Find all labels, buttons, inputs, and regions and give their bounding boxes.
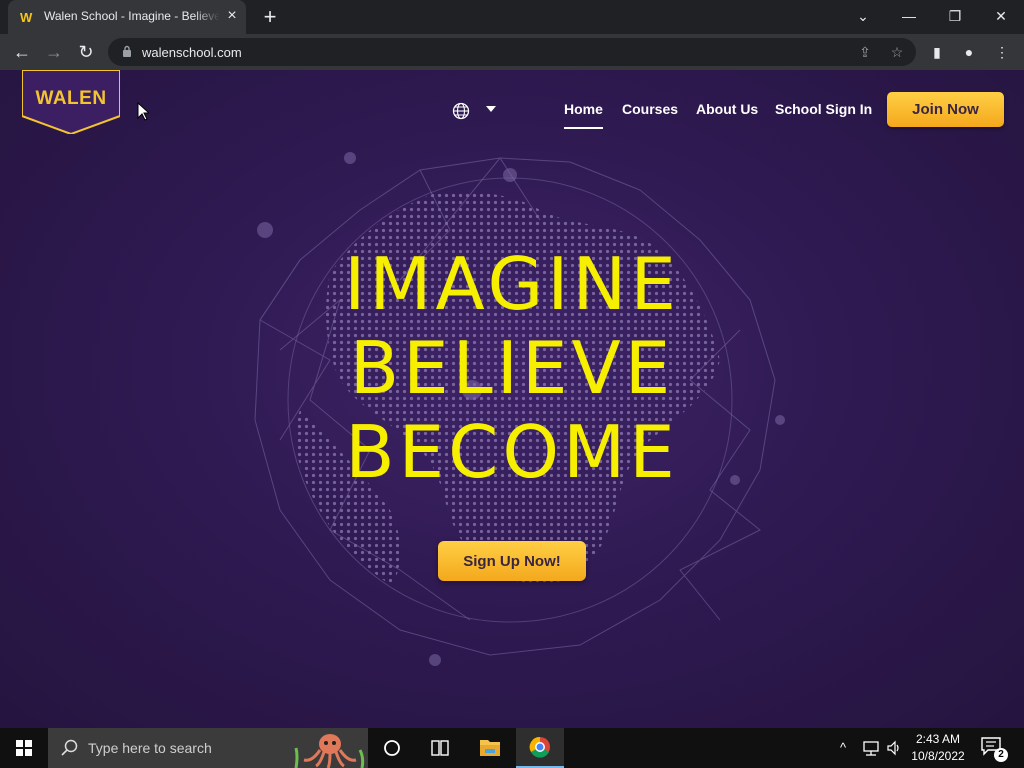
- chrome-icon: [529, 736, 550, 758]
- volume-icon[interactable]: [886, 740, 902, 756]
- clock-time[interactable]: 2:43 AM: [908, 732, 968, 746]
- hero-line-become: BECOME: [345, 410, 679, 494]
- windows-logo-icon: [16, 740, 32, 756]
- site-favicon-icon: W: [20, 10, 33, 25]
- network-icon[interactable]: [862, 740, 880, 756]
- new-tab-button[interactable]: +: [258, 6, 282, 28]
- logo-text: WALEN: [35, 88, 107, 109]
- share-icon[interactable]: ⇪: [856, 43, 874, 61]
- forward-button[interactable]: →: [42, 40, 66, 64]
- chrome-taskbar-button[interactable]: [516, 728, 564, 768]
- folder-icon: [480, 740, 500, 756]
- globe-icon: [452, 102, 470, 120]
- hero-line-believe: BELIEVE: [349, 326, 675, 410]
- search-placeholder: Type here to search: [88, 740, 212, 756]
- language-selector[interactable]: [452, 100, 502, 122]
- url-text: walenschool.com: [142, 45, 242, 60]
- task-view-button[interactable]: [416, 728, 464, 768]
- file-explorer-button[interactable]: [466, 728, 514, 768]
- tab-close-icon[interactable]: ×: [224, 8, 240, 24]
- web-page: WALEN Home Courses About Us School Sign …: [0, 70, 1024, 728]
- lock-icon[interactable]: [122, 45, 132, 57]
- taskbar-search-box[interactable]: Type here to search: [48, 728, 368, 768]
- reload-button[interactable]: ↻: [74, 40, 98, 64]
- tab-strip: W Walen School - Imagine - Believe - Bec…: [0, 0, 1024, 34]
- cortana-circle-icon: [384, 740, 400, 756]
- browser-tab[interactable]: W Walen School - Imagine - Believe - Bec…: [8, 0, 246, 34]
- chevron-down-icon: [486, 106, 496, 112]
- browser-menu-icon[interactable]: ⋮: [992, 42, 1012, 62]
- restore-button[interactable]: ❐: [932, 0, 978, 32]
- tray-chevron-icon[interactable]: ^: [840, 740, 846, 756]
- mouse-cursor-icon: [137, 102, 149, 121]
- nav-courses[interactable]: Courses: [622, 101, 678, 117]
- hero-line-imagine: IMAGINE: [344, 242, 680, 326]
- windows-taskbar: Type here to search ^ 2:43 AM 10/8/2022 …: [0, 728, 1024, 768]
- side-panel-icon[interactable]: ▮: [927, 42, 947, 62]
- browser-toolbar: ← → ↻ walenschool.com ⇪ ☆ ▮ ● ⋮: [0, 34, 1024, 70]
- walen-logo[interactable]: WALEN: [21, 70, 121, 136]
- nav-about-us[interactable]: About Us: [696, 101, 758, 117]
- tab-search-icon[interactable]: ⌄: [840, 0, 886, 32]
- bookmark-star-icon[interactable]: ☆: [888, 43, 906, 61]
- tab-title: Walen School - Imagine - Believe - Becom…: [44, 9, 220, 23]
- profile-icon[interactable]: ●: [959, 42, 979, 62]
- minimize-button[interactable]: —: [886, 0, 932, 32]
- clock-date[interactable]: 10/8/2022: [908, 749, 968, 763]
- nav-school-sign-in[interactable]: School Sign In: [775, 101, 872, 117]
- action-center-button[interactable]: 2: [980, 736, 1008, 762]
- octopus-search-highlight-icon: [294, 734, 365, 768]
- search-icon: [61, 739, 78, 756]
- cortana-button[interactable]: [368, 728, 416, 768]
- address-bar[interactable]: walenschool.com ⇪ ☆: [108, 38, 916, 66]
- start-button[interactable]: [0, 728, 48, 768]
- nav-home[interactable]: Home: [564, 101, 603, 129]
- join-now-button[interactable]: Join Now: [887, 92, 1004, 127]
- task-view-icon: [431, 740, 449, 756]
- back-button[interactable]: ←: [10, 40, 34, 64]
- sign-up-button[interactable]: Sign Up Now!: [438, 541, 586, 581]
- close-window-button[interactable]: ✕: [978, 0, 1024, 32]
- notification-count-badge: 2: [994, 748, 1008, 762]
